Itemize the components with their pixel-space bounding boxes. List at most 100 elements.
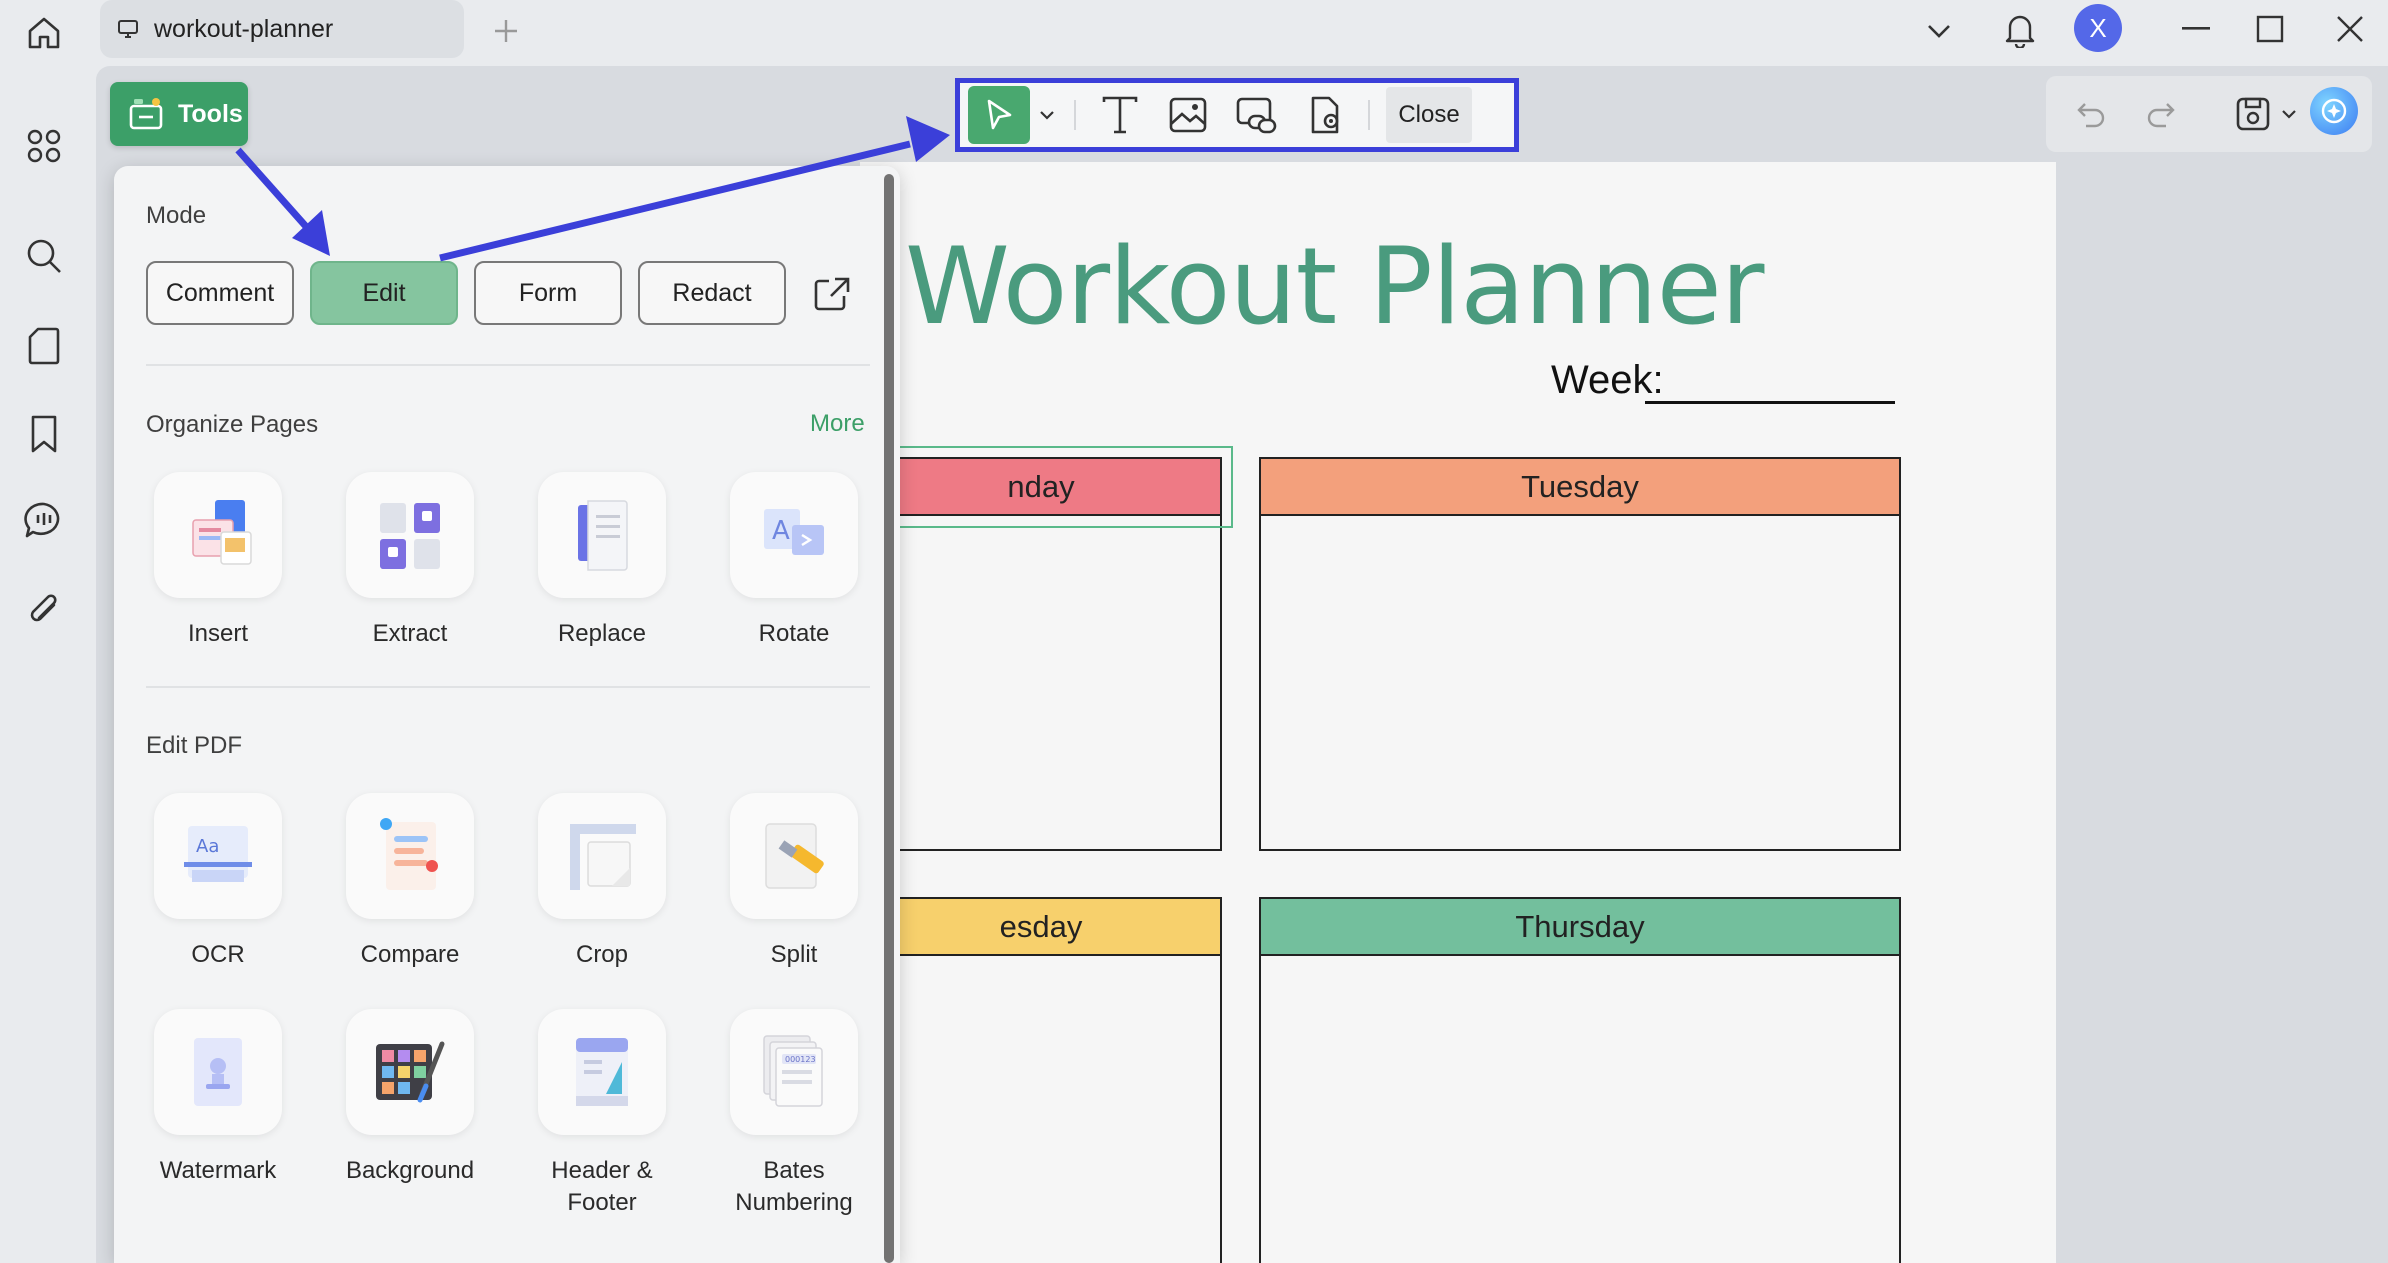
split-icon [765,823,824,889]
tool-rotate[interactable]: A Rotate [719,472,869,650]
tool-label: Background [345,1157,475,1184]
tool-label: OCR [191,941,245,968]
replace-pages-icon [578,500,628,571]
stamp-icon [1311,96,1339,134]
ocr-icon: Aa [184,826,252,882]
mode-redact-button[interactable]: Redact [638,261,786,325]
bookmark-icon [31,415,57,453]
tool-crop[interactable]: Crop [527,793,677,971]
mode-form-button[interactable]: Form [474,261,622,325]
apps-button[interactable] [14,116,74,176]
crop-tile[interactable] [538,793,666,919]
user-avatar[interactable]: X [2074,4,2122,52]
week-blank-line [1645,401,1895,404]
bookmarks-button[interactable] [14,404,74,464]
tool-replace[interactable]: Replace [527,472,677,650]
tool-label: Rotate [758,620,830,647]
organize-pages-heading: Organize Pages [146,411,319,438]
notifications-button[interactable] [1990,4,2050,56]
new-tab-button[interactable] [478,6,534,56]
close-edit-toolbar-button[interactable]: Close [1386,87,1472,143]
day-box-tuesday: Tuesday [1259,457,1901,851]
header-footer-tile[interactable] [538,1009,666,1135]
open-external-button[interactable] [810,274,854,314]
add-image-button[interactable] [1154,86,1222,144]
tool-label: Header & Footer [551,1157,653,1216]
pages-icon [28,327,60,365]
header-footer-icon [576,1038,628,1106]
add-stamp-button[interactable] [1290,86,1358,144]
tool-split[interactable]: Split [719,793,869,971]
undo-button[interactable] [2066,85,2116,143]
svg-text:000123: 000123 [785,1055,816,1064]
bell-icon [2005,15,2035,48]
watermark-tile[interactable] [154,1009,282,1135]
tabs-dropdown-button[interactable] [1910,6,1968,56]
text-selection-box[interactable] [860,446,1233,528]
tab-title: workout-planner [154,14,334,43]
redo-button[interactable] [2136,85,2186,143]
tool-label: Bates Numbering [735,1157,853,1216]
rotate-pages-icon: A [764,509,824,555]
minimize-button[interactable] [2166,4,2226,54]
replace-tile[interactable] [538,472,666,598]
insert-pages-icon [192,500,252,565]
select-mode-dropdown[interactable] [1030,86,1064,144]
monitor-icon [118,20,138,38]
tool-background[interactable]: Background [335,1009,485,1187]
tool-ocr[interactable]: Aa OCR [143,793,293,971]
home-button[interactable] [14,6,74,60]
background-icon [376,1041,445,1103]
day-header: Thursday [1261,899,1899,956]
mode-comment-button[interactable]: Comment [146,261,294,325]
tool-label: Insert [187,620,249,647]
tools-label: Tools [178,99,243,128]
mode-edit-button[interactable]: Edit [310,261,458,325]
split-tile[interactable] [730,793,858,919]
save-button[interactable] [2218,85,2314,143]
maximize-button[interactable] [2240,4,2300,54]
search-button[interactable] [14,226,74,286]
apps-grid-icon [27,129,61,163]
compare-tile[interactable] [346,793,474,919]
close-window-button[interactable] [2320,4,2380,54]
background-tile[interactable] [346,1009,474,1135]
chevron-down-icon [1040,111,1054,120]
more-link[interactable]: More [810,410,865,438]
extract-tile[interactable] [346,472,474,598]
add-link-button[interactable] [1222,86,1290,144]
day-header: Tuesday [1261,459,1899,516]
add-text-button[interactable] [1086,86,1154,144]
ocr-tile[interactable]: Aa [154,793,282,919]
bates-numbering-tile[interactable]: 000123 [730,1009,858,1135]
watermark-icon [194,1038,242,1106]
insert-tile[interactable] [154,472,282,598]
tool-compare[interactable]: Compare [335,793,485,971]
tool-label: Compare [360,941,460,968]
compare-icon [380,818,438,890]
tool-label: Watermark [159,1157,277,1184]
attachments-button[interactable] [14,580,74,640]
tool-label: Extract [372,620,448,647]
comments-button[interactable] [14,490,74,550]
pages-button[interactable] [14,316,74,376]
day-header: esday [862,899,1220,956]
tool-watermark[interactable]: Watermark [143,1009,293,1187]
tools-button[interactable]: Tools [110,82,248,146]
panel-scrollbar[interactable] [884,174,894,1263]
home-icon [28,17,60,49]
svg-text:Aa: Aa [196,836,219,857]
tool-insert[interactable]: Insert [143,472,293,650]
search-icon [27,239,61,273]
ai-assistant-button[interactable] [2310,87,2358,135]
select-tool-button[interactable] [968,86,1030,144]
toolbar-separator [1074,100,1076,130]
tool-extract[interactable]: Extract [335,472,485,650]
document-title: Workout Planner [905,225,1764,348]
document-tab[interactable]: workout-planner [100,0,464,58]
text-icon [1102,96,1138,134]
rotate-tile[interactable]: A [730,472,858,598]
tool-header-footer[interactable]: Header & Footer [527,1009,677,1219]
minimize-icon [2182,27,2210,30]
tool-bates-numbering[interactable]: 000123 Bates Numbering [719,1009,869,1219]
